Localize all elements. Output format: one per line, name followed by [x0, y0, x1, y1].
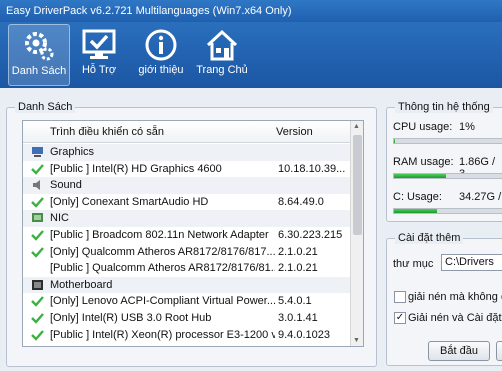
- chip-icon: [31, 279, 44, 291]
- ram-usage-fill: [394, 174, 446, 178]
- row-version: 2.1.0.21: [278, 262, 318, 275]
- driver-row[interactable]: [Only] Qualcomm Atheros AR8172/8176/817.…: [23, 244, 351, 261]
- ram-usage-bar: [393, 173, 502, 179]
- row-version: 5.4.0.1: [278, 295, 312, 308]
- row-name: [Public ] Intel(R) Xeon(R) processor E3-…: [50, 328, 275, 341]
- category-row[interactable]: NIC: [23, 210, 351, 227]
- row-version: 2.1.0.21: [278, 245, 318, 258]
- check-icon: [31, 163, 44, 175]
- column-header-name[interactable]: Trình điều khiển có sẵn: [50, 126, 164, 138]
- toolbar-trang-chu-button[interactable]: Trang Chủ: [194, 24, 250, 86]
- gears-icon: [25, 32, 54, 61]
- check-icon: [31, 196, 44, 208]
- check-icon: [31, 312, 44, 324]
- disk-usage-fill: [394, 209, 438, 213]
- check-icon: [31, 295, 44, 308]
- category-row[interactable]: Motherboard: [23, 276, 351, 294]
- toolbar-danh-sach-button[interactable]: Danh Sách: [8, 24, 70, 86]
- check-icon: [31, 329, 44, 341]
- extract-only-label: giải nén mà không cài: [408, 291, 502, 303]
- row-name: [Only] Conexant SmartAudio HD: [50, 195, 209, 208]
- extract-only-checkbox[interactable]: [394, 291, 406, 303]
- row-version: 8.64.49.0: [278, 195, 324, 208]
- toolbar: Danh Sách Hỗ Trợ giới thiệu Trang Chủ: [0, 22, 502, 88]
- speaker-icon: [31, 179, 44, 191]
- toolbar-label: Danh Sách: [11, 65, 67, 77]
- category-row[interactable]: Graphics: [23, 144, 351, 161]
- disk-usage-bar: [393, 208, 502, 214]
- row-name: NIC: [50, 212, 69, 225]
- row-version: 9.4.0.1023: [278, 328, 330, 341]
- disk-usage-label: C: Usage:: [393, 191, 442, 203]
- column-header-version[interactable]: Version: [276, 126, 313, 138]
- scroll-up-icon[interactable]: ▲: [353, 123, 360, 130]
- cpu-usage-fill: [394, 139, 396, 143]
- home-icon: [206, 29, 238, 61]
- category-row[interactable]: Sound: [23, 177, 351, 194]
- graphics-icon: [31, 146, 44, 158]
- cpu-usage-bar: [393, 138, 502, 144]
- folder-path-field[interactable]: C:\Drivers: [441, 254, 502, 271]
- row-name: [Public ] Intel(R) HD Graphics 4600: [50, 162, 222, 175]
- check-icon: [31, 229, 44, 241]
- row-name: [Only] Lenovo ACPI-Compliant Virtual Pow…: [50, 295, 275, 308]
- list-scrollbar[interactable]: ▲ ▼: [350, 121, 363, 346]
- network-icon: [31, 212, 44, 224]
- row-name: Sound: [50, 179, 82, 192]
- row-name: [Public ] Broadcom 802.11n Network Adapt…: [50, 229, 269, 241]
- secondary-button[interactable]: [496, 341, 502, 361]
- start-button[interactable]: Bắt đầu: [428, 341, 490, 361]
- row-version: 10.18.10.39...: [278, 162, 346, 175]
- cpu-usage-label: CPU usage:: [393, 121, 453, 133]
- toolbar-label: giới thiệu: [138, 64, 184, 76]
- ram-usage-label: RAM usage:: [393, 156, 454, 168]
- row-name: [Only] Qualcomm Atheros AR8172/8176/817.…: [50, 245, 275, 258]
- row-version: 6.30.223.215: [278, 229, 343, 241]
- driver-row[interactable]: [Only] Conexant SmartAudio HD 8.64.49.0: [23, 194, 351, 211]
- driver-row[interactable]: [Public ] Qualcomm Atheros AR8172/8176/8…: [23, 260, 351, 277]
- row-name: Motherboard: [50, 278, 113, 291]
- scroll-thumb[interactable]: [353, 135, 362, 235]
- row-name: [Public ] Qualcomm Atheros AR8172/8176/8…: [50, 262, 275, 275]
- cpu-usage-value: 1%: [459, 121, 475, 133]
- driver-row[interactable]: [Only] Lenovo ACPI-Compliant Virtual Pow…: [23, 293, 351, 310]
- driver-list-title: Danh Sách: [15, 101, 76, 113]
- row-name: [Only] Intel(R) USB 3.0 Root Hub: [50, 312, 212, 324]
- extract-install-checkbox[interactable]: ✓: [394, 312, 406, 324]
- system-info-title: Thông tin hệ thống: [395, 101, 493, 113]
- driver-row[interactable]: [Public ] Broadcom 802.11n Network Adapt…: [23, 227, 351, 244]
- row-name: Graphics: [50, 146, 95, 158]
- scroll-down-icon[interactable]: ▼: [353, 337, 360, 344]
- settings-title: Cài đặt thêm: [395, 232, 464, 244]
- driver-row[interactable]: [Public ] Intel(R) Xeon(R) processor E3-…: [23, 327, 351, 344]
- driver-row[interactable]: [Only] Intel(R) USB 3.0 Root Hub 3.0.1.41: [23, 310, 351, 327]
- extract-install-label: Giải nén và Cài đặt Dr: [408, 312, 502, 324]
- info-icon: [145, 29, 177, 61]
- toolbar-gioi-thieu-button[interactable]: giới thiệu: [130, 24, 192, 86]
- window-title: Easy DriverPack v6.2.721 Multilanguages …: [0, 0, 502, 22]
- check-icon: [31, 246, 44, 258]
- list-header: Trình điều khiển có sẵn Version: [23, 121, 351, 143]
- folder-label: thư mục: [393, 258, 434, 270]
- disk-usage-value: 34.27G /: [459, 191, 502, 203]
- driver-row[interactable]: [Public ] Intel(R) HD Graphics 4600 10.18…: [23, 161, 351, 178]
- row-version: 3.0.1.41: [278, 312, 318, 324]
- toolbar-label: Trang Chủ: [196, 64, 248, 76]
- toolbar-label: Hỗ Trợ: [81, 64, 117, 76]
- toolbar-ho-tro-button[interactable]: Hỗ Trợ: [70, 24, 128, 86]
- monitor-check-icon: [82, 29, 116, 59]
- driver-list[interactable]: Trình điều khiển có sẵn Version Graphics…: [22, 120, 364, 347]
